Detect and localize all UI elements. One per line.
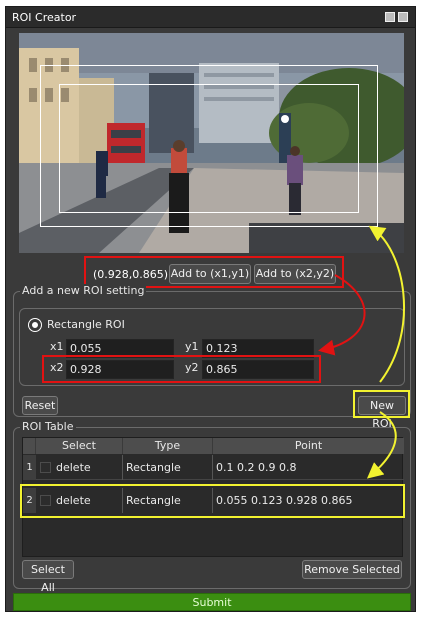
restore-icon[interactable] — [385, 12, 395, 22]
row-select-checkbox[interactable] — [40, 462, 51, 473]
roi-table: Select Type Point 1 delete Rectangle 0.1… — [20, 437, 405, 557]
window-title: ROI Creator — [12, 11, 77, 24]
close-icon[interactable] — [398, 12, 408, 22]
roi-creator-window: ROI Creator (0.928,0.865) Add to (x1,y1)… — [5, 6, 416, 612]
title-bar: ROI Creator — [6, 7, 415, 28]
roi-type-cell: Rectangle — [123, 455, 213, 480]
row-number: 1 — [23, 455, 36, 480]
column-header-point[interactable]: Point — [213, 438, 404, 454]
annotation-red-box — [42, 355, 321, 383]
add-roi-group: Add a new ROI setting Rectangle ROI x1 0… — [13, 284, 411, 430]
reset-button[interactable]: Reset — [22, 396, 58, 415]
rectangle-roi-radio[interactable] — [29, 319, 41, 331]
annotation-yellow-box — [353, 390, 410, 418]
annotation-yellow-box — [20, 484, 405, 518]
roi-point-cell: 0.1 0.2 0.9 0.8 — [216, 461, 297, 474]
submit-button[interactable]: Submit — [13, 593, 411, 611]
street-photo-preview[interactable] — [19, 33, 404, 253]
group-title: ROI Table — [20, 420, 76, 433]
x1-label: x1 — [50, 340, 64, 353]
delete-label: delete — [53, 455, 123, 480]
table-row[interactable]: 1 delete Rectangle 0.1 0.2 0.9 0.8 — [23, 455, 404, 480]
group-title: Add a new ROI setting — [20, 284, 147, 297]
table-corner — [23, 438, 36, 454]
roi-rectangle-inner[interactable] — [59, 84, 359, 213]
column-header-select[interactable]: Select — [36, 438, 123, 454]
column-header-type[interactable]: Type — [123, 438, 213, 454]
select-all-button[interactable]: Select All — [22, 560, 74, 594]
rectangle-roi-panel: Rectangle ROI x1 0.055 y1 0.123 x2 0.928… — [19, 308, 405, 386]
remove-selected-button[interactable]: Remove Selected — [302, 560, 402, 579]
y1-label: y1 — [185, 340, 199, 353]
rectangle-roi-label: Rectangle ROI — [47, 318, 125, 331]
